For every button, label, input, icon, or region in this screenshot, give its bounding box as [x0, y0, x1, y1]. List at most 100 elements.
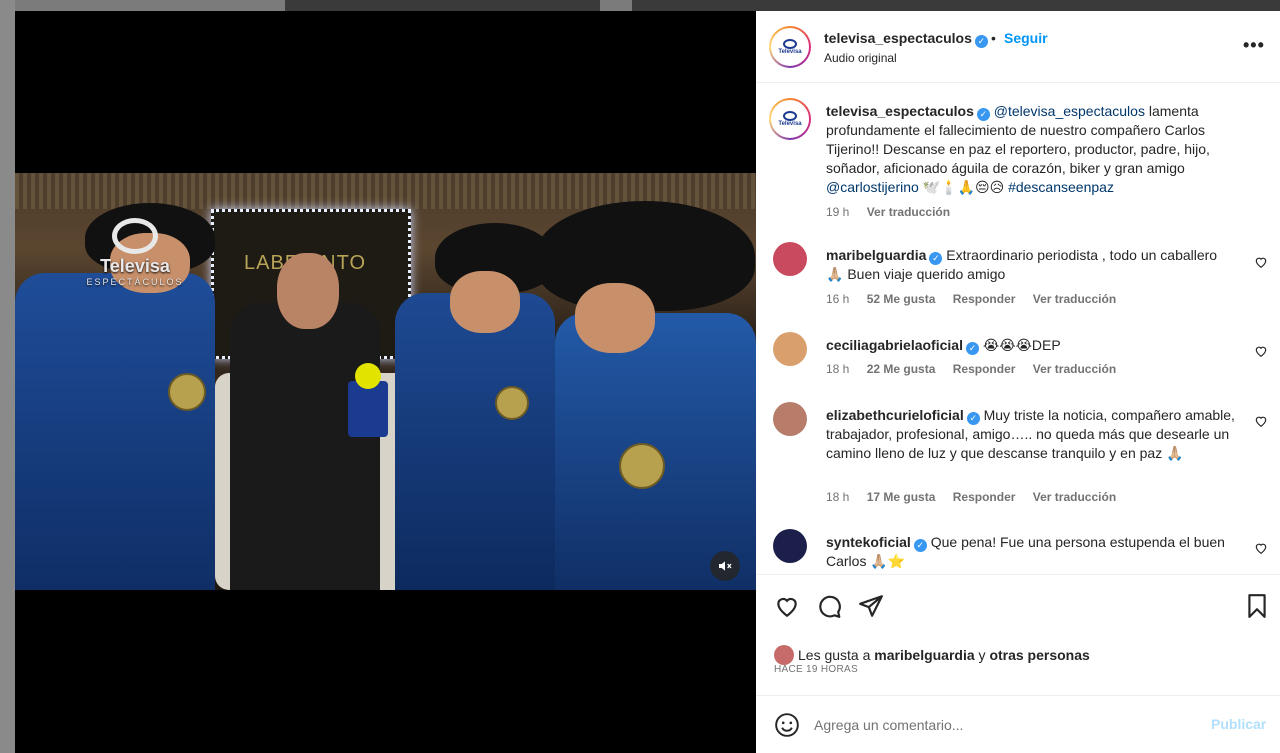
video-face: [450, 271, 520, 333]
televisa-logo-icon: [783, 38, 797, 49]
verified-badge-icon: ✓: [965, 342, 979, 355]
comment-likes[interactable]: 17 Me gusta: [867, 490, 936, 504]
avatar-logo-text: Televisa: [778, 120, 802, 127]
reel-media[interactable]: LABERINTO Televisa ESPECTÁCULOS: [15, 11, 756, 753]
author-username-text[interactable]: televisa_espectaculos: [824, 30, 972, 46]
comment-reply[interactable]: Responder: [953, 292, 1016, 306]
post-actions: Les gusta a maribelguardia y otras perso…: [756, 574, 1280, 694]
mute-button[interactable]: [710, 551, 740, 581]
comment-translate[interactable]: Ver traducción: [1033, 362, 1116, 376]
comment-time[interactable]: 16 h: [826, 292, 849, 306]
liker-avatar[interactable]: [774, 645, 794, 665]
comment-meta: 18 h 17 Me gusta Responder Ver traducció…: [826, 490, 1130, 504]
likes-middle: y: [974, 647, 990, 663]
publish-button[interactable]: Publicar: [1211, 716, 1266, 732]
watermark-sub: ESPECTÁCULOS: [86, 277, 184, 287]
author-avatar[interactable]: Televisa: [769, 26, 811, 68]
verified-badge-icon: ✓: [929, 252, 943, 265]
video-face: [277, 253, 339, 329]
author-username[interactable]: televisa_espectaculos ✓: [824, 30, 988, 48]
comment-translate[interactable]: Ver traducción: [1033, 490, 1116, 504]
video-person: [230, 303, 380, 590]
televisa-watermark: Televisa ESPECTÁCULOS: [85, 218, 185, 287]
comment-meta: 18 h 22 Me gusta Responder Ver traducció…: [826, 362, 1130, 376]
video-face: [575, 283, 655, 353]
comment-body: 😭😭😭DEP: [982, 337, 1061, 353]
audio-link[interactable]: Audio original: [824, 51, 897, 65]
comment-username[interactable]: maribelguardia: [826, 247, 926, 263]
likes-prefix: Les gusta a: [798, 647, 875, 663]
liker-username[interactable]: maribelguardia: [874, 647, 974, 663]
more-options-icon[interactable]: •••: [1243, 35, 1265, 56]
comment-composer: Publicar: [756, 695, 1280, 753]
comment-reply[interactable]: Responder: [953, 362, 1016, 376]
caption-username[interactable]: televisa_espectaculos: [826, 103, 974, 119]
comment-likes[interactable]: 52 Me gusta: [867, 292, 936, 306]
video-badge: [168, 373, 206, 411]
televisa-logo-icon: [783, 110, 797, 121]
comments-list[interactable]: Televisa televisa_espectaculos ✓ @televis…: [756, 84, 1280, 574]
speaker-muted-icon: [719, 561, 732, 571]
watermark-brand: Televisa: [100, 256, 170, 276]
likes-others[interactable]: otras personas: [989, 647, 1089, 663]
comment-username[interactable]: ceciliagabrielaoficial: [826, 337, 963, 353]
comment-likes[interactable]: 22 Me gusta: [867, 362, 936, 376]
verified-badge-icon: ✓: [976, 108, 990, 121]
post-time-ago[interactable]: HACE 19 HORAS: [774, 664, 858, 675]
like-comment-heart-icon[interactable]: [1254, 255, 1268, 269]
video-microphone: [348, 381, 388, 437]
commenter-avatar[interactable]: [773, 529, 807, 563]
video-person: [15, 273, 215, 590]
comment-time[interactable]: 18 h: [826, 362, 849, 376]
background-page-strip: [0, 0, 1280, 11]
video-microphone-head: [355, 363, 381, 389]
video-person: [395, 293, 555, 590]
like-heart-icon[interactable]: [774, 593, 800, 619]
comment-bubble-icon[interactable]: [816, 593, 842, 619]
follow-button[interactable]: Seguir: [1004, 30, 1048, 46]
share-paper-plane-icon[interactable]: [858, 593, 884, 619]
post-header: Televisa televisa_espectaculos ✓ • Seguir…: [756, 11, 1280, 83]
commenter-avatar[interactable]: [773, 242, 807, 276]
commenter-avatar[interactable]: [773, 402, 807, 436]
caption-translate[interactable]: Ver traducción: [867, 205, 950, 219]
video-frame[interactable]: LABERINTO Televisa ESPECTÁCULOS: [15, 173, 756, 590]
header-separator: •: [991, 30, 996, 46]
comment-text: elizabethcurieloficial ✓ Muy triste la no…: [826, 406, 1236, 463]
caption-avatar[interactable]: Televisa: [769, 98, 811, 140]
caption-hashtag[interactable]: #descanseenpaz: [1008, 179, 1114, 195]
like-comment-heart-icon[interactable]: [1254, 414, 1268, 428]
comment-username[interactable]: elizabethcurieloficial: [826, 407, 964, 423]
like-comment-heart-icon[interactable]: [1254, 541, 1268, 555]
comment-translate[interactable]: Ver traducción: [1033, 292, 1116, 306]
comment-username[interactable]: syntekoficial: [826, 534, 911, 550]
avatar-logo-text: Televisa: [778, 48, 802, 55]
video-badge: [619, 443, 665, 489]
caption-time[interactable]: 19 h: [826, 205, 849, 219]
comment-meta: 16 h 52 Me gusta Responder Ver traducció…: [826, 292, 1130, 306]
caption-mention-2[interactable]: @carlostijerino: [826, 179, 919, 195]
background-thumbnail: [285, 0, 600, 11]
comment-time[interactable]: 18 h: [826, 490, 849, 504]
comment-text: ceciliagabrielaoficial ✓ 😭😭😭DEP: [826, 336, 1236, 355]
comment-input[interactable]: [814, 714, 1194, 736]
verified-badge-icon: ✓: [974, 35, 988, 48]
verified-badge-icon: ✓: [966, 412, 980, 425]
caption-mention[interactable]: @televisa_espectaculos: [994, 103, 1145, 119]
emoji-icon[interactable]: [774, 712, 800, 738]
like-comment-heart-icon[interactable]: [1254, 344, 1268, 358]
comment-text: syntekoficial ✓ Que pena! Fue una persona…: [826, 533, 1236, 571]
video-badge: [495, 386, 529, 420]
background-overlay: [0, 0, 15, 753]
comment-text: maribelguardia ✓ Extraordinario periodist…: [826, 246, 1236, 284]
save-bookmark-icon[interactable]: [1244, 593, 1270, 619]
likes-summary: Les gusta a maribelguardia y otras perso…: [774, 645, 1090, 665]
verified-badge-icon: ✓: [913, 539, 927, 552]
commenter-avatar[interactable]: [773, 332, 807, 366]
comment-reply[interactable]: Responder: [953, 490, 1016, 504]
televisa-logo-icon: [112, 218, 158, 254]
caption-meta: 19 h Ver traducción: [826, 205, 964, 219]
caption-text: televisa_espectaculos ✓ @televisa_especta…: [826, 102, 1236, 197]
caption-emojis: 🕊️🕯️🙏😔😥: [918, 179, 1009, 195]
post-panel: Televisa televisa_espectaculos ✓ • Seguir…: [756, 11, 1280, 753]
